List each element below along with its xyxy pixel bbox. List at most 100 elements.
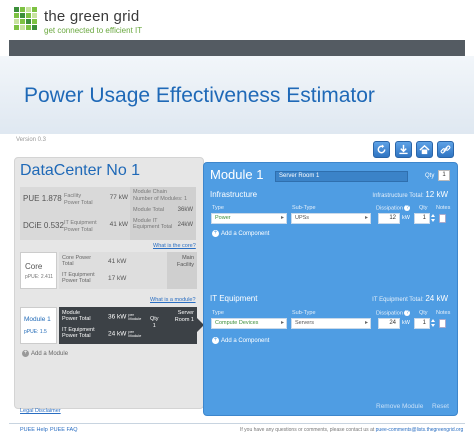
infra-col-dissipation: Dissipation ? bbox=[376, 205, 411, 212]
what-is-core-link[interactable]: What is the core? bbox=[153, 243, 196, 249]
infra-notes-icon[interactable] bbox=[439, 214, 446, 223]
dropdown-arrow-icon: ▸ bbox=[364, 320, 368, 326]
it-add-component[interactable]: + Add a Component bbox=[212, 337, 269, 344]
module-chain-label: Module Chain bbox=[133, 189, 167, 195]
it-qty-input[interactable]: 1 bbox=[414, 318, 430, 329]
module-qty-label: Qty bbox=[425, 173, 435, 179]
help-icon[interactable]: ? bbox=[404, 205, 411, 211]
infra-qty-input[interactable]: 1 bbox=[414, 213, 430, 224]
plus-icon: + bbox=[212, 230, 219, 237]
puee-help-link[interactable]: PUEE Help bbox=[20, 427, 48, 433]
footer-divider bbox=[9, 423, 465, 424]
module-count-label: Number of Modules: 1 bbox=[133, 196, 188, 202]
hero-banner: Power Usage Effectiveness Estimator bbox=[0, 56, 474, 134]
it-subtype-select[interactable]: Servers ▸ bbox=[291, 318, 371, 329]
download-button[interactable] bbox=[395, 141, 412, 158]
refresh-button[interactable] bbox=[373, 141, 390, 158]
facility-power-value: 77 kW bbox=[109, 194, 128, 201]
dcie-row: DCiE 0.532 IT Equipment Power Total 41 kW bbox=[20, 214, 128, 240]
infra-unit: kW bbox=[402, 215, 410, 221]
module-it-value: 24 kW per Module bbox=[108, 329, 142, 338]
legal-disclaimer-link[interactable]: Legal Disclaimer bbox=[20, 408, 61, 414]
footer-contact: If you have any questions or comments, p… bbox=[240, 427, 464, 433]
infra-type-select[interactable]: Power ▸ bbox=[211, 213, 287, 224]
infra-col-type: Type bbox=[212, 205, 224, 211]
infra-qty-spinner[interactable] bbox=[431, 214, 436, 225]
infra-add-component[interactable]: + Add a Component bbox=[212, 230, 269, 237]
plus-icon: + bbox=[212, 337, 219, 344]
what-is-module-link[interactable]: What is a module? bbox=[150, 297, 196, 303]
module-editor-panel bbox=[203, 162, 458, 416]
puee-faq-link[interactable]: PUEE FAQ bbox=[50, 427, 78, 433]
page-title: Power Usage Effectiveness Estimator bbox=[24, 84, 375, 107]
module-table-selected[interactable]: Module Power Total 36 kW per Module IT Equ… bbox=[59, 307, 197, 344]
module-ppue: pPUE: 1.5 bbox=[24, 329, 47, 335]
infra-col-qty: Qty bbox=[419, 205, 428, 211]
core-table[interactable]: Core Power Total 41 kW IT Equipment Power … bbox=[59, 252, 197, 289]
core-it-value: 17 kW bbox=[108, 275, 127, 282]
module-qty-input[interactable]: 1 bbox=[438, 170, 450, 181]
core-box[interactable]: Core pPUE: 2.411 bbox=[20, 252, 57, 289]
datacenter-name[interactable]: DataCenter No 1 bbox=[20, 162, 140, 180]
module-it-label: IT Equipment Power Total bbox=[62, 327, 95, 339]
it-equipment-total: IT Equipment Total: 24 kW bbox=[372, 294, 448, 303]
dropdown-arrow-icon: ▸ bbox=[364, 215, 368, 221]
dropdown-arrow-icon: ▸ bbox=[280, 215, 284, 221]
it-col-subtype: Sub-Type bbox=[292, 310, 316, 316]
module-chain-summary: Module Chain Number of Modules: 1 Module… bbox=[130, 187, 196, 240]
dcie-desc: IT Equipment Power Total bbox=[64, 220, 97, 233]
brand-name: the green grid bbox=[44, 8, 140, 25]
reset-button[interactable]: Reset bbox=[432, 403, 449, 410]
home-icon bbox=[419, 144, 430, 155]
contact-email-link[interactable]: puee-comments@lists.thegreengrid.org bbox=[376, 427, 464, 433]
core-power-label: Core Power Total bbox=[62, 255, 92, 267]
module-total-value: 36kW bbox=[177, 207, 193, 213]
it-equipment-title: IT Equipment bbox=[210, 294, 258, 303]
home-button[interactable] bbox=[416, 141, 433, 158]
module-name-input[interactable]: Server Room 1 bbox=[275, 171, 408, 182]
it-dissipation-input[interactable]: 24 bbox=[378, 318, 400, 329]
version-label: Version 0.3 bbox=[16, 137, 47, 143]
add-module-button[interactable]: + Add a Module bbox=[22, 350, 68, 357]
brand-tagline: get connected to efficient IT bbox=[44, 26, 143, 35]
module-location: Server Room 1 bbox=[174, 310, 194, 323]
module-box[interactable]: Module 1 pPUE: 1.5 bbox=[20, 307, 57, 344]
help-icon[interactable]: ? bbox=[404, 310, 411, 316]
dropdown-arrow-icon: ▸ bbox=[280, 320, 284, 326]
core-power-value: 41 kW bbox=[108, 258, 127, 265]
module-qty: Qty 1 bbox=[150, 316, 159, 329]
pue-row: PUE 1.878 Facility Power Total 77 kW bbox=[20, 187, 128, 213]
module-total-label: Module Total bbox=[133, 207, 165, 213]
pue-metric: PUE 1.878 bbox=[23, 194, 62, 203]
green-grid-logo[interactable]: the green grid get connected to efficien… bbox=[14, 6, 164, 36]
it-col-qty: Qty bbox=[419, 310, 428, 316]
infrastructure-total: Infrastructure Total: 12 kW bbox=[372, 190, 448, 199]
infra-col-subtype: Sub-Type bbox=[292, 205, 316, 211]
logo-grid-icon bbox=[14, 7, 38, 31]
infra-dissipation-input[interactable]: 12 bbox=[378, 213, 400, 224]
plus-icon: + bbox=[22, 350, 29, 357]
module-it-label: Module IT Equipment Total bbox=[133, 218, 173, 230]
infrastructure-title: Infrastructure bbox=[210, 190, 258, 199]
module-editor-title: Module 1 bbox=[210, 167, 264, 182]
remove-module-button[interactable]: Remove Module bbox=[376, 403, 423, 410]
link-button[interactable] bbox=[437, 141, 454, 158]
pue-desc: Facility Power Total bbox=[64, 193, 93, 206]
core-location: Main Facility bbox=[167, 252, 197, 289]
core-it-label: IT Equipment Power Total bbox=[62, 272, 95, 284]
it-col-type: Type bbox=[212, 310, 224, 316]
it-col-notes: Notes bbox=[436, 310, 451, 316]
it-unit: kW bbox=[402, 320, 410, 326]
it-col-dissipation: Dissipation ? bbox=[376, 310, 411, 317]
it-notes-icon[interactable] bbox=[439, 319, 446, 328]
download-icon bbox=[399, 144, 408, 155]
it-type-select[interactable]: Compute Devices ▸ bbox=[211, 318, 287, 329]
module-power-label: Module Power Total bbox=[62, 310, 91, 322]
infra-col-notes: Notes bbox=[436, 205, 451, 211]
infra-subtype-select[interactable]: UPSs ▸ bbox=[291, 213, 371, 224]
module-power-value: 36 kW per Module bbox=[108, 312, 142, 321]
module-name: Module 1 bbox=[24, 316, 51, 323]
it-qty-spinner[interactable] bbox=[431, 319, 436, 330]
dcie-metric: DCiE 0.532 bbox=[23, 221, 64, 230]
datacenter-summary: PUE 1.878 Facility Power Total 77 kW DCiE… bbox=[20, 187, 196, 240]
